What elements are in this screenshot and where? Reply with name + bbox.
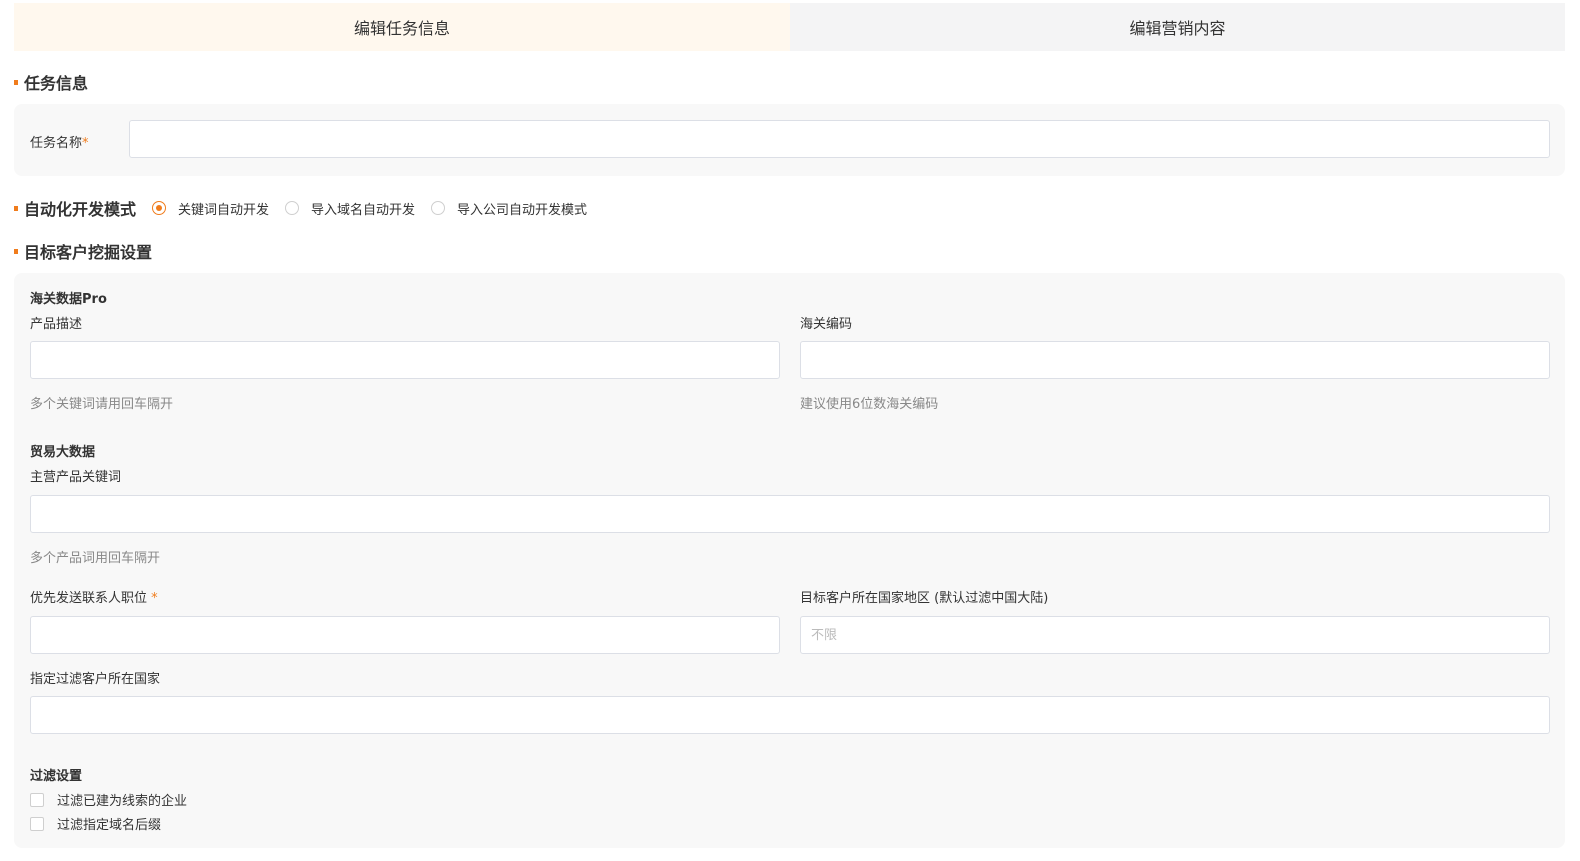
- section-marker: [14, 248, 18, 254]
- checkbox-label: 过滤已建为线索的企业: [57, 794, 188, 809]
- checkbox-filter-existing-leads[interactable]: 过滤已建为线索的企业: [30, 790, 187, 809]
- radio-circle-icon: [431, 201, 446, 215]
- radio-keyword-auto[interactable]: 关键词自动开发: [152, 199, 269, 218]
- radio-import-domain-auto[interactable]: 导入域名自动开发: [285, 199, 415, 218]
- section-title-text: 目标客户挖掘设置: [24, 243, 153, 262]
- hs-code-hint: 建议使用6位数海关编码: [800, 397, 939, 412]
- contact-position-label: 优先发送联系人职位 *: [30, 587, 158, 606]
- product-description-hint: 多个关键词请用回车隔开: [30, 397, 174, 412]
- radio-label: 关键词自动开发: [178, 202, 270, 218]
- group-title-trade-data: 贸易大数据: [30, 445, 96, 460]
- tab-edit-marketing-content[interactable]: 编辑营销内容: [790, 3, 1565, 51]
- section-title-text: 自动化开发模式: [24, 200, 137, 219]
- filter-country-label: 指定过滤客户所在国家: [30, 672, 161, 687]
- main-product-keywords-label: 主营产品关键词: [30, 470, 122, 485]
- tab-edit-task-info[interactable]: 编辑任务信息: [14, 3, 790, 51]
- target-country-label: 目标客户所在国家地区 (默认过滤中国大陆): [800, 591, 1049, 606]
- radio-import-company-auto[interactable]: 导入公司自动开发模式: [431, 199, 587, 218]
- section-marker: [14, 205, 18, 211]
- hs-code-input[interactable]: [800, 341, 1550, 379]
- task-info-panel: 任务名称*: [14, 104, 1565, 176]
- section-title-automation-mode: 自动化开发模式: [14, 196, 136, 220]
- target-country-select[interactable]: [800, 616, 1550, 654]
- required-mark: *: [82, 136, 89, 151]
- tab-label: 编辑任务信息: [353, 19, 450, 38]
- radio-label: 导入域名自动开发: [311, 202, 416, 218]
- section-title-text: 任务信息: [24, 74, 89, 93]
- contact-position-label-text: 优先发送联系人职位: [30, 591, 148, 606]
- automation-mode-row: 自动化开发模式 关键词自动开发 导入域名自动开发 导入公司自动开发模式: [14, 196, 603, 220]
- required-mark: *: [151, 591, 158, 606]
- task-edit-page: 编辑任务信息 编辑营销内容 任务信息 任务名称* 自动化开发模式 关键词自动开发…: [0, 0, 1580, 861]
- checkbox-box-icon: [30, 792, 44, 807]
- radio-circle-icon: [285, 201, 300, 215]
- task-name-label: 任务名称*: [30, 132, 89, 151]
- checkbox-label: 过滤指定域名后缀: [57, 818, 162, 833]
- hs-code-label: 海关编码: [800, 317, 853, 332]
- target-mining-panel: 海关数据Pro 产品描述 多个关键词请用回车隔开 海关编码 建议使用6位数海关编…: [14, 273, 1565, 848]
- main-product-keywords-input[interactable]: [30, 495, 1550, 533]
- group-title-filter-settings: 过滤设置: [30, 769, 83, 784]
- radio-circle-icon: [152, 201, 167, 215]
- checkbox-box-icon: [30, 816, 44, 831]
- contact-position-input[interactable]: [30, 616, 780, 654]
- product-description-input[interactable]: [30, 341, 780, 379]
- radio-label: 导入公司自动开发模式: [457, 202, 588, 218]
- checkbox-filter-domain-suffix[interactable]: 过滤指定域名后缀: [30, 814, 161, 833]
- product-description-label: 产品描述: [30, 317, 83, 332]
- tab-bar: 编辑任务信息 编辑营销内容: [14, 3, 1565, 51]
- section-title-target-mining: 目标客户挖掘设置: [14, 240, 152, 262]
- section-marker: [14, 79, 18, 85]
- task-name-input[interactable]: [129, 120, 1550, 158]
- filter-country-input[interactable]: [30, 696, 1550, 734]
- tab-label: 编辑营销内容: [1129, 19, 1226, 38]
- group-title-customs: 海关数据Pro: [30, 292, 107, 307]
- section-title-task-info: 任务信息: [14, 71, 88, 93]
- main-product-keywords-hint: 多个产品词用回车隔开: [30, 551, 161, 566]
- task-name-label-text: 任务名称: [30, 136, 83, 151]
